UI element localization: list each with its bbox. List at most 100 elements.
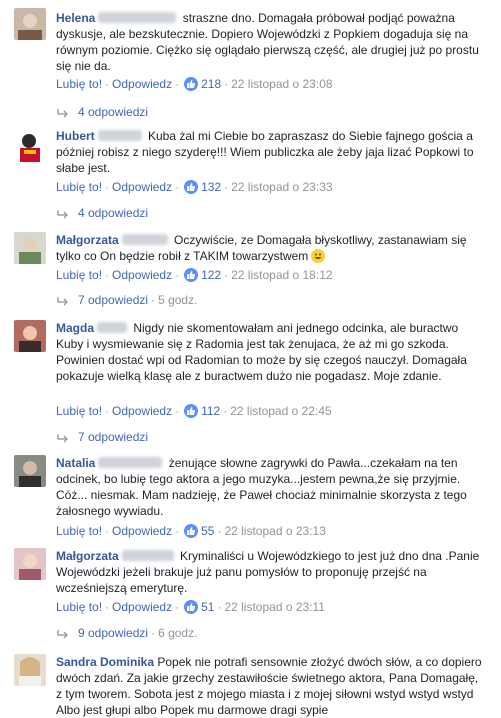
comment-body: Natalia żenujące słowne zagrywki do Pawł… (56, 455, 486, 519)
separator: · (105, 268, 110, 282)
replies-count[interactable]: 4 odpowiedzi (78, 206, 148, 220)
replies-time: 6 godz. (158, 626, 198, 640)
separator: · (151, 626, 156, 640)
like-button[interactable]: Lubię to! (56, 77, 102, 91)
redacted-name (97, 130, 142, 141)
timestamp[interactable]: 22 listopad o 22:45 (230, 404, 331, 418)
reply-button[interactable]: Odpowiedz (112, 268, 172, 282)
like-count[interactable]: 55 (201, 524, 214, 538)
comment-author[interactable]: Małgorzata (56, 233, 119, 247)
view-replies-link[interactable]: 9 odpowiedzi · 6 godz. (56, 625, 197, 643)
avatar[interactable] (14, 232, 46, 264)
separator: · (217, 524, 222, 538)
reply-arrow-icon (56, 627, 72, 643)
like-count[interactable]: 122 (201, 268, 221, 282)
replies-count[interactable]: 4 odpowiedzi (78, 105, 148, 119)
reply-arrow-icon (56, 431, 72, 447)
comment-author[interactable]: Sandra Dominika (56, 655, 154, 669)
reply-button[interactable]: Odpowiedz (112, 77, 172, 91)
separator: · (175, 77, 180, 91)
timestamp[interactable]: 22 listopad o 23:13 (224, 524, 325, 538)
redacted-name (98, 12, 177, 23)
separator: · (175, 268, 180, 282)
separator: · (223, 404, 228, 418)
comment-author[interactable]: Hubert (56, 129, 95, 143)
separator: · (105, 600, 110, 614)
comment-actions: Lubię to! · Odpowiedz · 122 · 22 listopad o 18… (56, 267, 333, 283)
thumbs-up-icon (184, 77, 199, 91)
separator: · (175, 404, 180, 418)
timestamp[interactable]: 22 listopad o 23:08 (231, 77, 332, 91)
view-replies-link[interactable]: 4 odpowiedzi (56, 104, 148, 122)
comment-author[interactable]: Małgorzata (56, 549, 119, 563)
avatar[interactable] (14, 8, 46, 40)
separator: · (224, 180, 229, 194)
comment-actions: Lubię to! · Odpowiedz · 112 · 22 listopad o 22… (56, 403, 332, 419)
separator: · (175, 180, 180, 194)
redacted-name (121, 234, 168, 245)
comment-text: Kryminaliści u Wojewódzkiego to jest już… (56, 549, 480, 595)
replies-count[interactable]: 7 odpowiedzi (78, 293, 148, 307)
comment-body: Sandra Dominika Popek nie potrafi sensow… (56, 654, 486, 718)
redacted-name (97, 322, 128, 333)
comment-author[interactable]: Magda (56, 321, 94, 335)
like-count[interactable]: 218 (201, 77, 221, 91)
reply-arrow-icon (56, 106, 72, 122)
replies-time: 5 godz. (158, 293, 198, 307)
reply-arrow-icon (56, 207, 72, 223)
reply-button[interactable]: Odpowiedz (112, 600, 172, 614)
separator: · (175, 600, 180, 614)
avatar[interactable] (14, 654, 46, 686)
thumbs-up-icon (184, 180, 199, 194)
like-button[interactable]: Lubię to! (56, 268, 102, 282)
comment-actions: Lubię to! · Odpowiedz · 55 · 22 listopad o 23:… (56, 523, 326, 539)
like-button[interactable]: Lubię to! (56, 180, 102, 194)
like-button[interactable]: Lubię to! (56, 524, 102, 538)
comment-body: Małgorzata Kryminaliści u Wojewódzkiego … (56, 548, 486, 596)
like-button[interactable]: Lubię to! (56, 600, 102, 614)
timestamp[interactable]: 22 listopad o 18:12 (231, 268, 332, 282)
comment-actions: Lubię to! · Odpowiedz · 51 · 22 listopad o 23:… (56, 599, 325, 615)
view-replies-link[interactable]: 4 odpowiedzi (56, 205, 148, 223)
comment-body: Helena straszne dno. Domagała próbował p… (56, 10, 486, 74)
view-replies-link[interactable]: 7 odpowiedzi · 5 godz. (56, 292, 197, 310)
comment-body: Hubert Kuba żal mi Ciebie bo zapraszasz … (56, 128, 486, 176)
reply-button[interactable]: Odpowiedz (112, 180, 172, 194)
separator: · (217, 600, 222, 614)
separator: · (105, 524, 110, 538)
view-replies-link[interactable]: 7 odpowiedzi (56, 429, 148, 447)
smiley-emoji-icon (311, 249, 326, 263)
separator: · (224, 77, 229, 91)
thumbs-up-icon (184, 524, 199, 538)
like-count[interactable]: 132 (201, 180, 221, 194)
timestamp[interactable]: 22 listopad o 23:11 (224, 600, 325, 614)
comment-body: Małgorzata Oczywiście, ze Domagała błysk… (56, 232, 486, 264)
thumbs-up-icon (184, 600, 199, 614)
avatar[interactable] (14, 320, 46, 352)
separator: · (105, 77, 110, 91)
comment-actions: Lubię to! · Odpowiedz · 218 · 22 listopad o 23… (56, 76, 333, 92)
replies-count[interactable]: 9 odpowiedzi (78, 626, 148, 640)
avatar[interactable] (14, 455, 46, 487)
comment-author[interactable]: Natalia (56, 456, 95, 470)
reply-button[interactable]: Odpowiedz (112, 524, 172, 538)
replies-count[interactable]: 7 odpowiedzi (78, 430, 148, 444)
redacted-name (121, 550, 174, 561)
comment-body: Magda Nigdy nie skomentowałam ani jedneg… (56, 320, 486, 384)
thumbs-up-icon (184, 404, 199, 418)
separator: · (105, 404, 110, 418)
separator: · (151, 293, 156, 307)
like-button[interactable]: Lubię to! (56, 404, 102, 418)
like-count[interactable]: 51 (201, 600, 214, 614)
separator: · (224, 268, 229, 282)
like-count[interactable]: 112 (201, 404, 220, 418)
avatar[interactable] (14, 548, 46, 580)
comment-author[interactable]: Helena (56, 11, 95, 25)
redacted-name (98, 457, 163, 468)
thumbs-up-icon (184, 268, 199, 282)
timestamp[interactable]: 22 listopad o 23:33 (231, 180, 332, 194)
reply-button[interactable]: Odpowiedz (112, 404, 172, 418)
avatar[interactable] (14, 130, 46, 162)
reply-arrow-icon (56, 294, 72, 310)
comment-actions: Lubię to! · Odpowiedz · 132 · 22 listopad o 23… (56, 179, 333, 195)
